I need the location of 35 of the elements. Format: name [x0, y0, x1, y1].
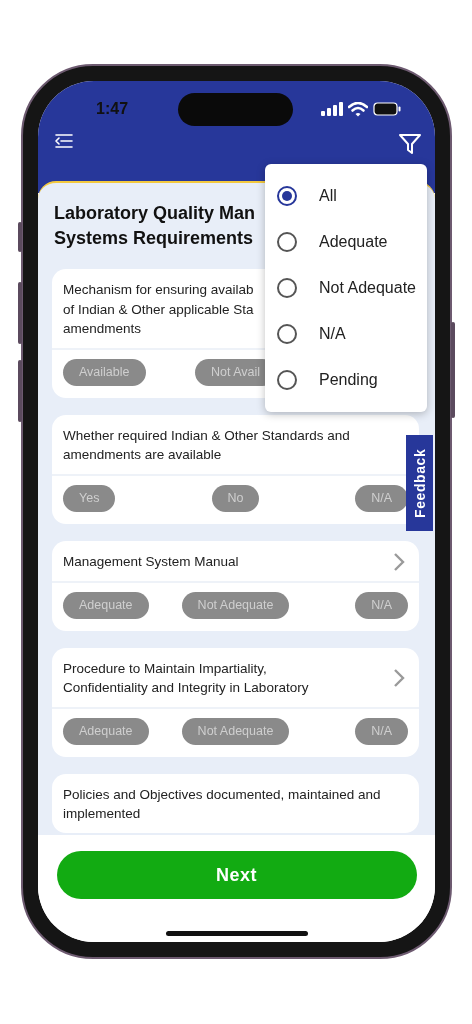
answer-chip[interactable]: Adequate [63, 717, 149, 745]
filter-option[interactable]: Not Adequate [265, 265, 427, 311]
answer-chip[interactable]: Not Adequate [181, 591, 290, 619]
signal-icon [321, 102, 343, 116]
chevron-right-icon[interactable] [393, 551, 405, 572]
radio-button[interactable] [277, 370, 297, 390]
answer-chip[interactable]: Yes [63, 484, 116, 512]
feedback-tab[interactable]: Feedback [406, 435, 433, 531]
answer-chip[interactable]: N/A [355, 717, 408, 745]
radio-button[interactable] [277, 324, 297, 344]
answer-chip[interactable]: N/A [355, 484, 408, 512]
question-text: Procedure to Maintain Impartiality, Confidentiality and Integrity in Laboratory [63, 659, 309, 697]
question-text: Mechanism for ensuring availab of Indian & Other applicable Sta amendments [63, 281, 254, 338]
menu-icon[interactable] [54, 133, 74, 149]
question-text: Management System Manual [63, 552, 239, 571]
filter-option[interactable]: Adequate [265, 219, 427, 265]
question-text: Policies and Objectives documented, maintained and implemented [63, 785, 381, 823]
answer-chip[interactable]: N/A [355, 591, 408, 619]
filter-option[interactable]: N/A [265, 311, 427, 357]
battery-icon [373, 102, 401, 116]
status-time: 1:47 [96, 100, 129, 118]
answer-chip[interactable]: Available [63, 358, 146, 386]
question-text: Whether required Indian & Other Standards and amendments are available [63, 426, 350, 464]
answer-chip[interactable]: No [211, 484, 260, 512]
answer-chip[interactable]: Adequate [63, 591, 149, 619]
radio-button[interactable] [277, 186, 297, 206]
next-button[interactable]: Next [56, 851, 417, 899]
filter-option[interactable]: All [265, 173, 427, 219]
chevron-right-icon[interactable] [393, 668, 405, 688]
filter-icon[interactable] [398, 133, 422, 155]
radio-button[interactable] [277, 232, 297, 252]
answer-chip[interactable]: Not Adequate [181, 717, 290, 745]
wifi-icon [348, 101, 368, 117]
radio-button[interactable] [277, 278, 297, 298]
section-title: Laboratory Quality Man Systems Requirements [54, 202, 256, 250]
